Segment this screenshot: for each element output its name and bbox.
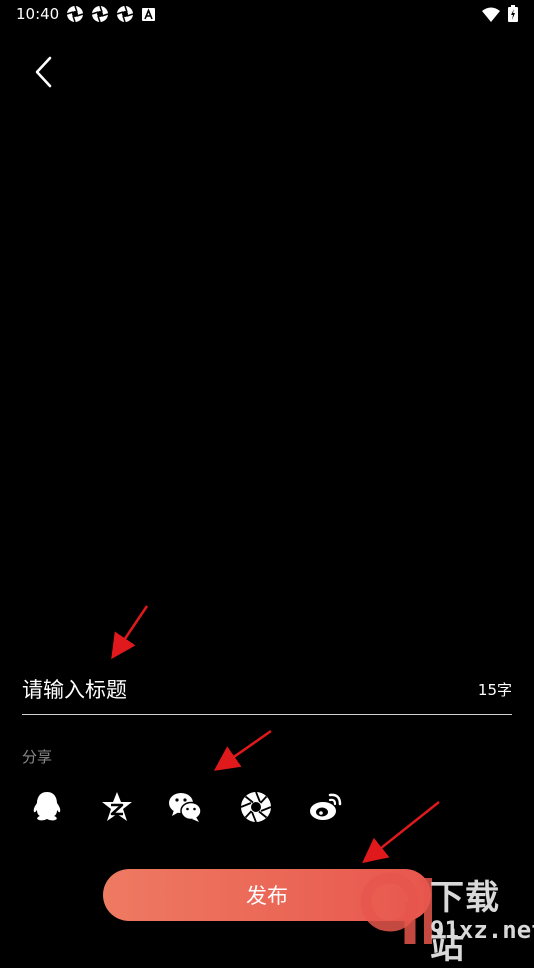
a-badge-icon bbox=[142, 8, 155, 21]
wifi-icon bbox=[482, 7, 500, 22]
title-underline bbox=[22, 714, 512, 715]
status-time: 10:40 bbox=[16, 5, 60, 23]
wechat-icon[interactable] bbox=[168, 790, 202, 824]
share-label: 分享 bbox=[22, 748, 53, 766]
back-button[interactable] bbox=[26, 52, 62, 92]
weibo-icon[interactable] bbox=[309, 790, 343, 824]
status-bar: 10:40 bbox=[0, 0, 534, 28]
chevron-left-icon bbox=[35, 56, 52, 88]
qzone-icon[interactable] bbox=[100, 790, 134, 824]
title-input[interactable] bbox=[22, 673, 462, 707]
aperture-icon bbox=[66, 5, 84, 23]
annotation-arrow bbox=[213, 729, 272, 771]
aperture-icon bbox=[116, 5, 134, 23]
char-limit-label: 15字 bbox=[477, 681, 512, 699]
annotation-arrow bbox=[362, 801, 440, 864]
moments-icon[interactable] bbox=[239, 790, 273, 824]
watermark-logo-icon bbox=[360, 872, 432, 944]
qq-icon[interactable] bbox=[30, 790, 64, 824]
annotation-arrow bbox=[111, 605, 149, 660]
aperture-icon bbox=[91, 5, 109, 23]
watermark-domain: 91xz.net bbox=[430, 916, 534, 944]
battery-icon bbox=[508, 5, 518, 22]
watermark: 下载站 91xz.net bbox=[360, 868, 534, 967]
